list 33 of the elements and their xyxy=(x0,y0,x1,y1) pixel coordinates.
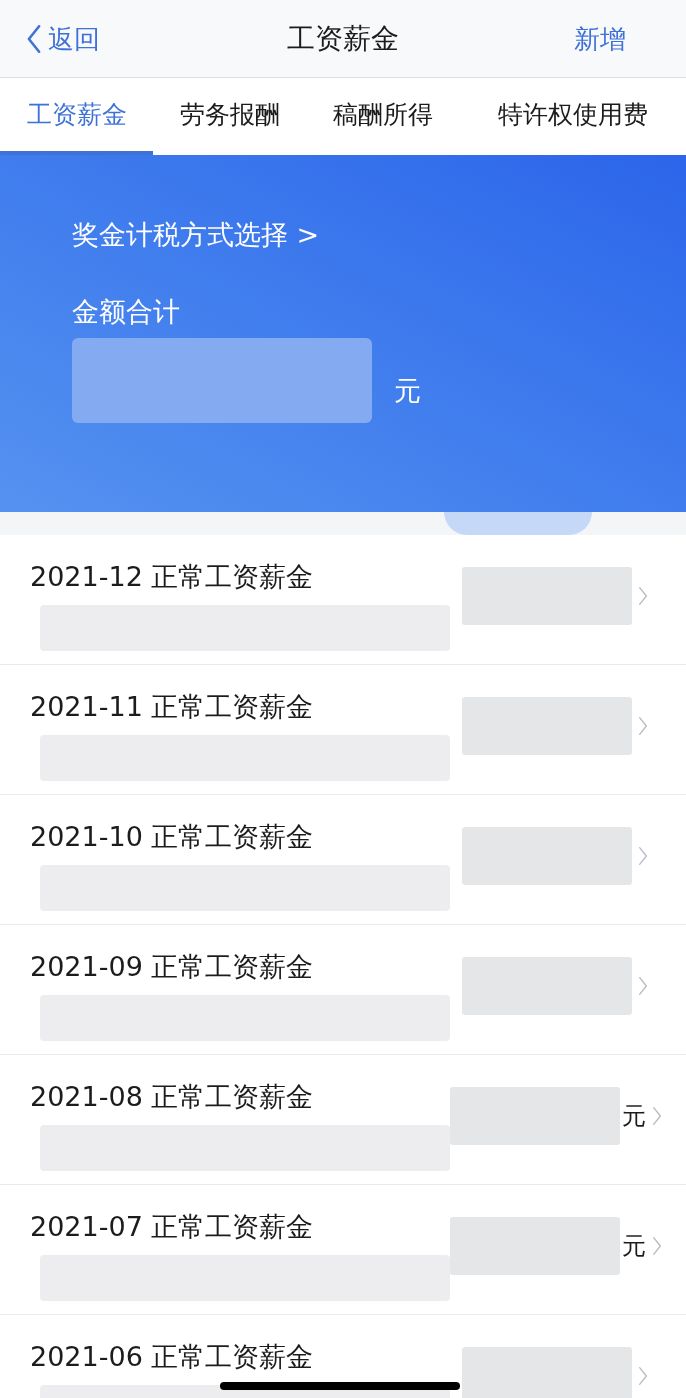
chevron-right-icon xyxy=(638,716,648,736)
chevron-right-icon xyxy=(638,846,648,866)
record-row[interactable]: 2021-06 正常工资薪金 xyxy=(0,1315,686,1398)
record-row[interactable]: 2021-12 正常工资薪金 xyxy=(0,535,686,665)
chevron-right-icon xyxy=(638,976,648,996)
total-amount-label: 金额合计 xyxy=(72,295,180,329)
chevron-right-icon xyxy=(638,1366,648,1386)
currency-unit: 元 xyxy=(622,1234,646,1258)
back-chevron-icon xyxy=(26,24,42,53)
bonus-tax-method-link[interactable]: 奖金计税方式选择 > xyxy=(72,217,320,253)
record-row[interactable]: 2021-07 正常工资薪金 元 xyxy=(0,1185,686,1315)
tab[interactable]: 劳务报酬 xyxy=(153,78,306,155)
currency-unit: 元 xyxy=(394,377,421,404)
record-row[interactable]: 2021-08 正常工资薪金 元 xyxy=(0,1055,686,1185)
record-row[interactable]: 2021-09 正常工资薪金 xyxy=(0,925,686,1055)
page-title: 工资薪金 xyxy=(287,24,399,53)
back-button[interactable]: 返回 xyxy=(26,24,100,53)
record-title: 2021-06 正常工资薪金 xyxy=(30,1340,315,1374)
chevron-right-icon xyxy=(652,1236,662,1256)
chevron-right-icon xyxy=(652,1106,662,1126)
tab[interactable]: 稿酬所得 xyxy=(306,78,459,155)
currency-unit: 元 xyxy=(622,1104,646,1128)
chevron-right-icon xyxy=(638,586,648,606)
tab[interactable]: 特许权使用费 xyxy=(459,78,686,155)
record-title: 2021-10 正常工资薪金 xyxy=(30,820,315,854)
record-row[interactable]: 2021-10 正常工资薪金 xyxy=(0,795,686,925)
record-row[interactable]: 2021-11 正常工资薪金 xyxy=(0,665,686,795)
add-button[interactable]: 新增 xyxy=(574,25,626,52)
record-title: 2021-09 正常工资薪金 xyxy=(30,950,315,984)
record-title: 2021-07 正常工资薪金 xyxy=(30,1210,315,1244)
record-title: 2021-08 正常工资薪金 xyxy=(30,1080,315,1114)
record-title: 2021-12 正常工资薪金 xyxy=(30,560,315,594)
record-title: 2021-11 正常工资薪金 xyxy=(30,690,315,724)
